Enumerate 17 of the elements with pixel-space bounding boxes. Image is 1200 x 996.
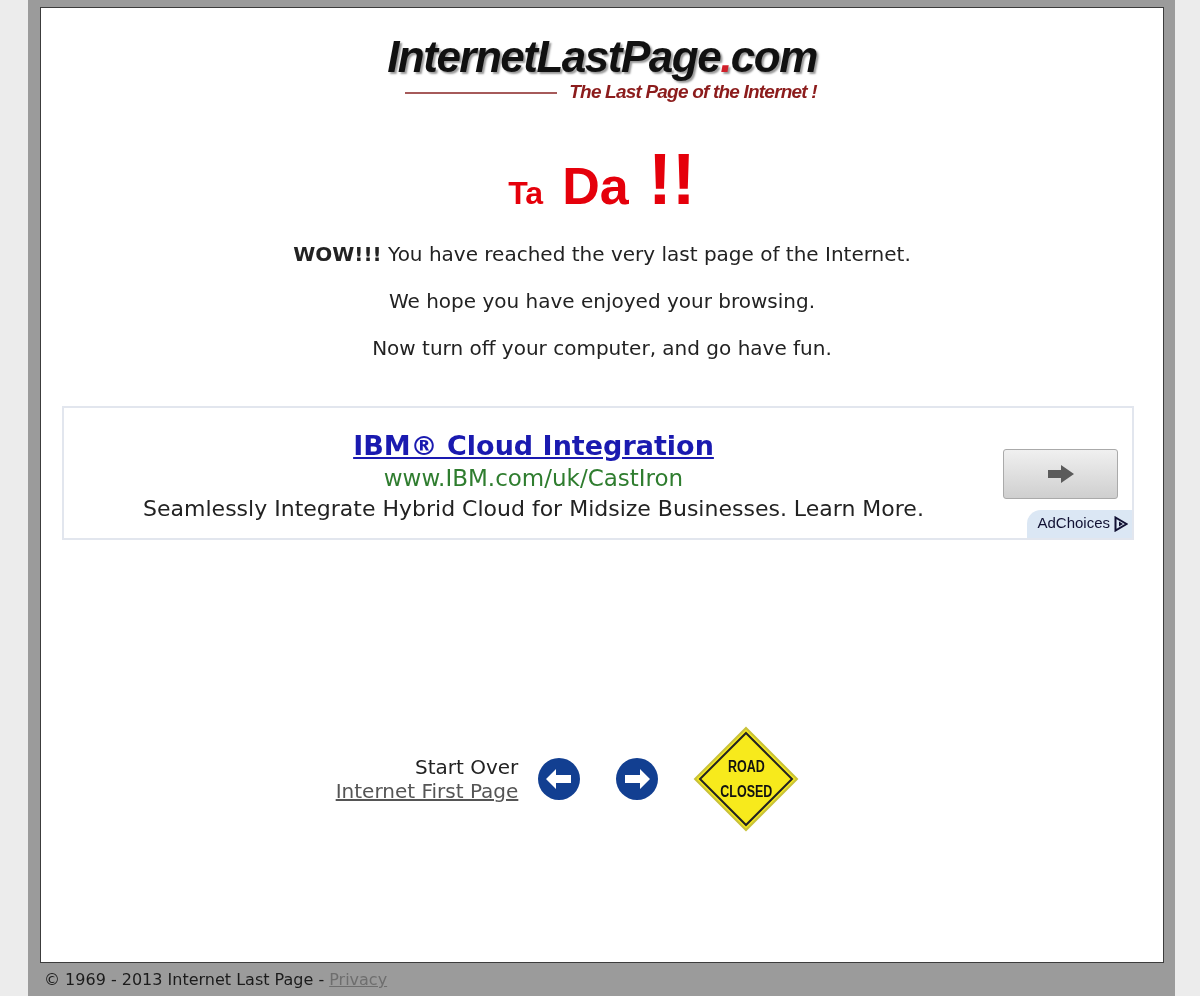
ad-arrow-button[interactable] [1003,448,1118,499]
message-text: Now turn off your computer, and go have fun. [372,334,832,362]
tagline-text: The Last Page of the Internet ! [569,82,817,103]
message-text: WOW!!! You have reached the very last page of the Internet. [293,240,911,268]
adchoices-icon [1114,515,1128,532]
first-page-link[interactable]: Internet First Page [335,778,519,803]
ta-da-heading: Ta Da !! [508,142,696,215]
ad-description-text: Seamlessly Integrate Hybrid Cloud for Midsize Businesses. Learn More. [143,495,924,523]
right-arrow-icon [1047,464,1074,483]
message-text: We hope you have enjoyed your browsing. [388,287,816,315]
start-over-text: Start Over [414,754,519,779]
road-closed-sign: ROAD CLOSED [693,725,800,832]
ad-url-text: www.IBM.com/uk/CastIron [383,465,684,493]
adchoices-link[interactable]: AdChoices [1027,510,1132,538]
ad-title-link[interactable]: IBM® Cloud Integration [353,429,714,463]
copyright-text: © 1969 - 2013 Internet Last Page - [44,969,325,991]
site-logo[interactable]: InternetLastPage.com [387,35,817,79]
